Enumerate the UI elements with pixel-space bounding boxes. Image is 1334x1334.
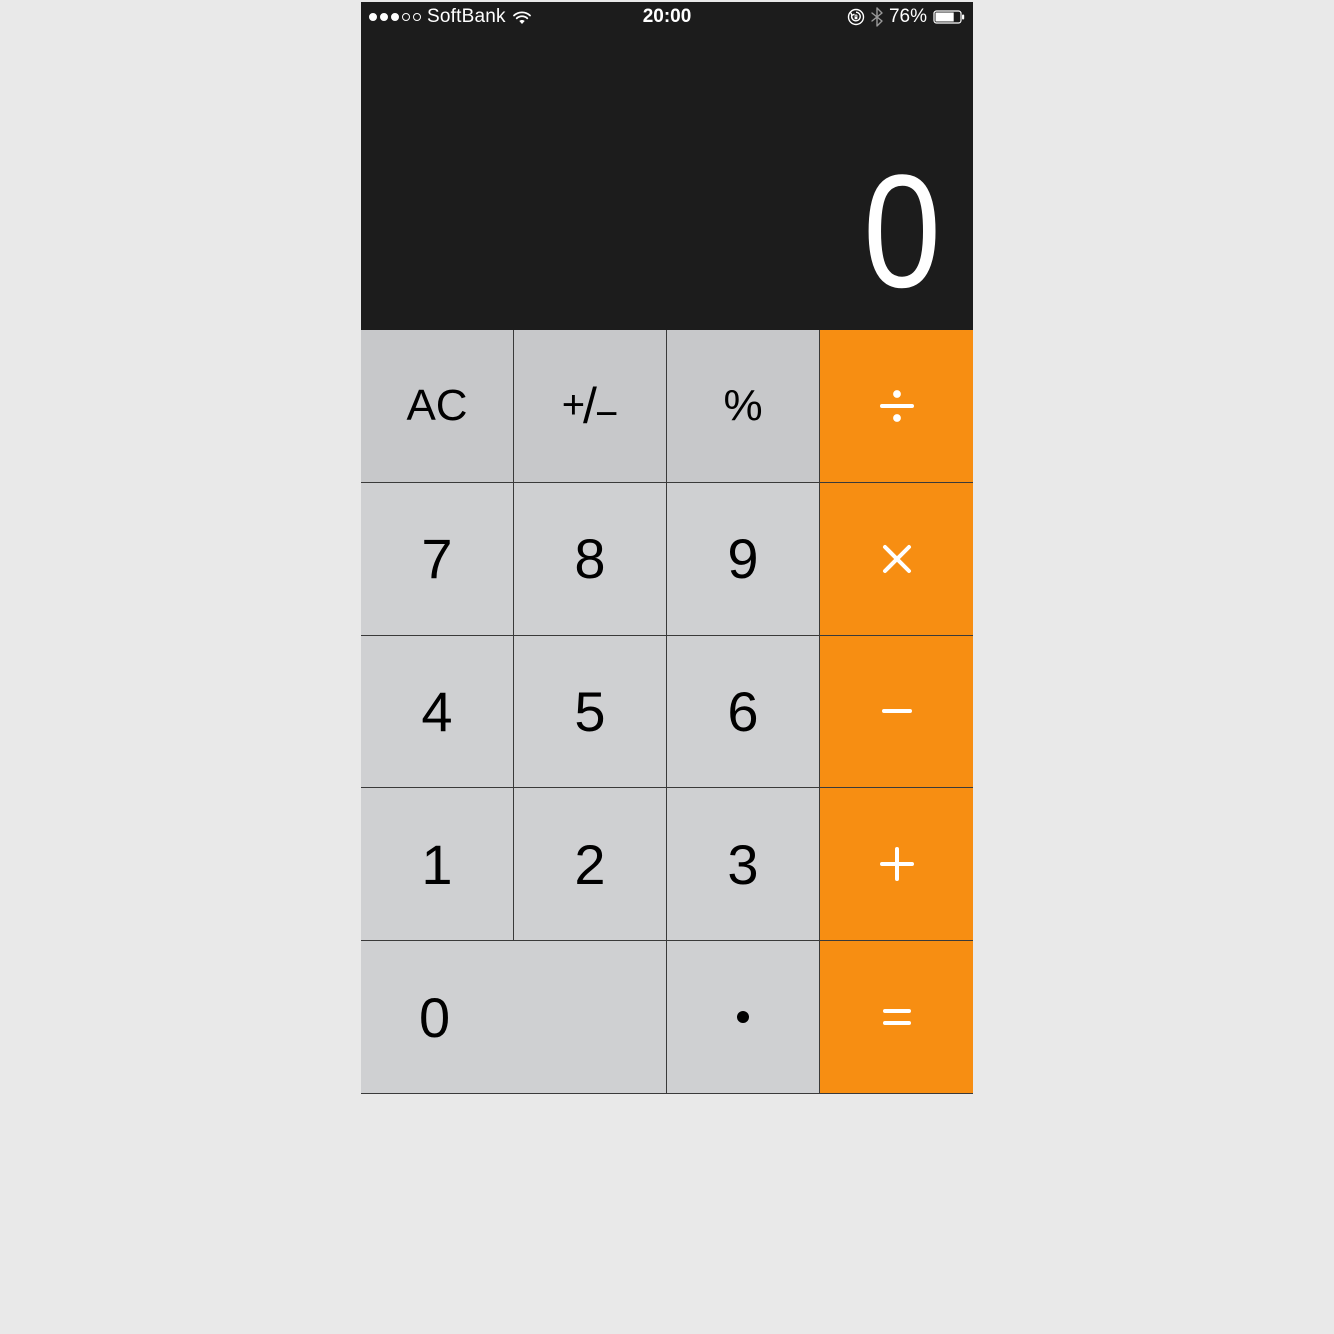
status-bar: SoftBank 20:00 [361, 2, 973, 32]
clock: 20:00 [643, 6, 692, 28]
carrier-label: SoftBank [427, 6, 506, 28]
digit-label: 2 [574, 832, 605, 897]
calculator-display: 0 [361, 32, 973, 330]
multiply-button[interactable] [820, 483, 973, 636]
divide-icon [876, 385, 918, 427]
battery-percentage: 76% [889, 6, 927, 28]
bluetooth-icon [871, 7, 883, 27]
digit-label: 8 [574, 526, 605, 591]
keypad: AC +/− % 7 8 9 4 5 6 [361, 330, 973, 1094]
plus-button[interactable] [820, 788, 973, 941]
clear-label: AC [406, 381, 467, 431]
percent-label: % [723, 381, 762, 431]
digit-0-button[interactable]: 0 [361, 941, 667, 1094]
status-right: 76% [691, 6, 965, 28]
digit-5-button[interactable]: 5 [514, 636, 667, 789]
equals-button[interactable] [820, 941, 973, 1094]
digit-label: 7 [421, 526, 452, 591]
battery-icon [933, 10, 965, 24]
display-value: 0 [863, 151, 941, 312]
digit-label: 0 [419, 985, 450, 1050]
digit-1-button[interactable]: 1 [361, 788, 514, 941]
plus-minus-icon: +/− [562, 374, 619, 437]
minus-button[interactable] [820, 636, 973, 789]
digit-label: 3 [727, 832, 758, 897]
digit-9-button[interactable]: 9 [667, 483, 820, 636]
digit-label: 1 [421, 832, 452, 897]
digit-6-button[interactable]: 6 [667, 636, 820, 789]
decimal-button[interactable] [667, 941, 820, 1094]
signal-strength-icon [369, 13, 421, 21]
minus-icon [877, 691, 917, 731]
percent-button[interactable]: % [667, 330, 820, 483]
clear-button[interactable]: AC [361, 330, 514, 483]
digit-8-button[interactable]: 8 [514, 483, 667, 636]
orientation-lock-icon [847, 8, 865, 26]
plus-minus-button[interactable]: +/− [514, 330, 667, 483]
digit-label: 5 [574, 679, 605, 744]
digit-label: 9 [727, 526, 758, 591]
multiply-icon [878, 540, 916, 578]
digit-2-button[interactable]: 2 [514, 788, 667, 941]
digit-label: 4 [421, 679, 452, 744]
digit-label: 6 [727, 679, 758, 744]
digit-4-button[interactable]: 4 [361, 636, 514, 789]
calculator-app: SoftBank 20:00 [361, 2, 973, 1094]
equals-icon [877, 997, 917, 1037]
wifi-icon [512, 10, 532, 25]
divide-button[interactable] [820, 330, 973, 483]
plus-icon [876, 843, 918, 885]
decimal-icon [737, 1011, 749, 1023]
digit-7-button[interactable]: 7 [361, 483, 514, 636]
status-left: SoftBank [369, 6, 643, 28]
digit-3-button[interactable]: 3 [667, 788, 820, 941]
